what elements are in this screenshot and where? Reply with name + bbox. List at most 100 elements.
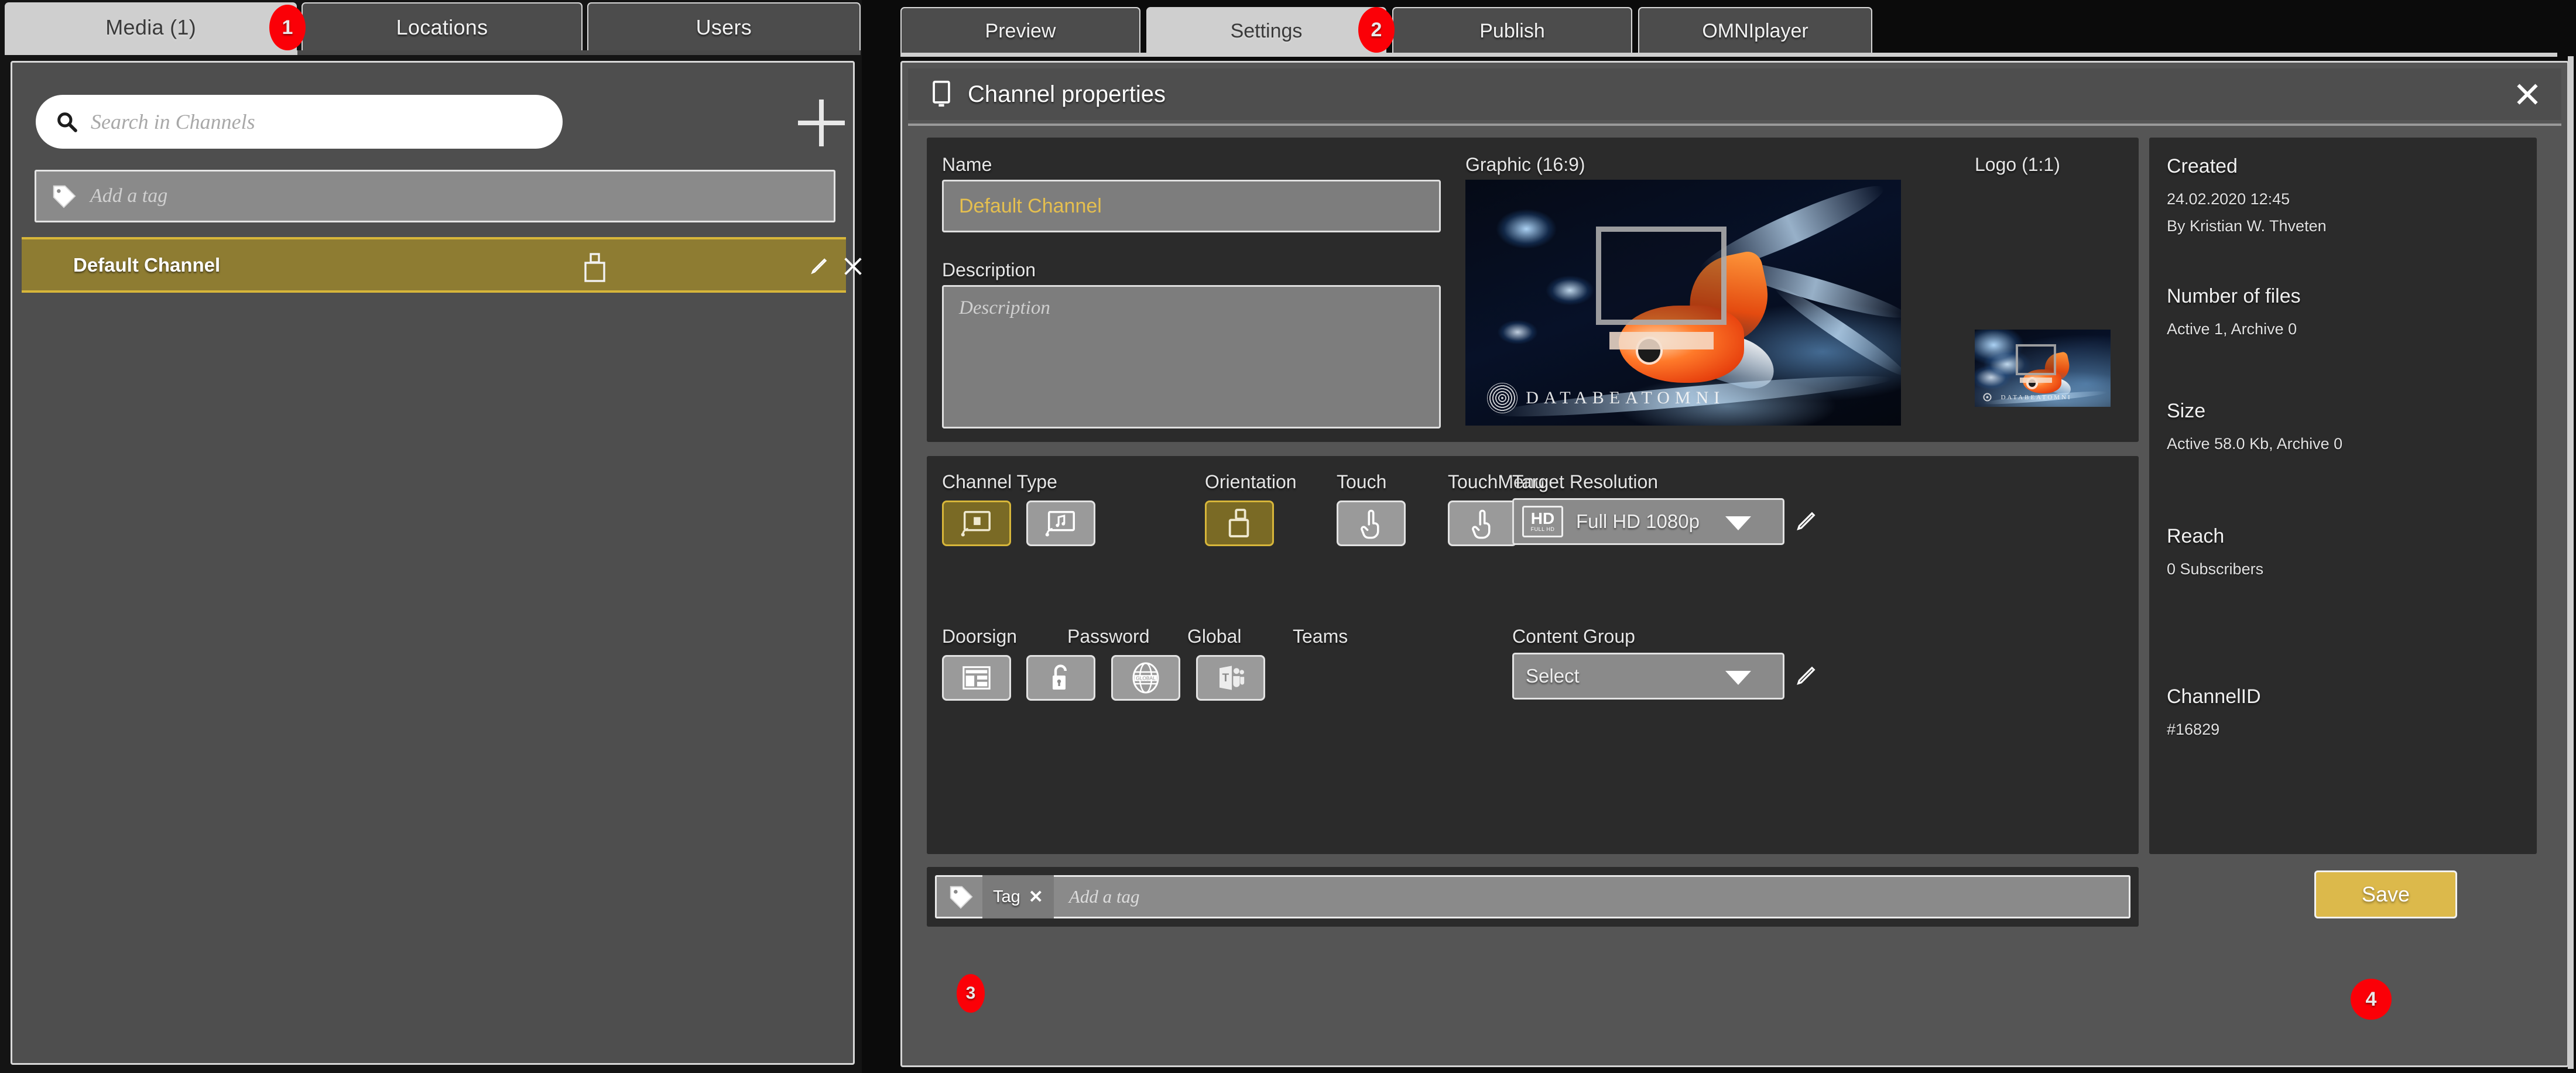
target-resolution-edit-icon[interactable] (1794, 510, 1818, 533)
content-group-select[interactable]: Select (1512, 653, 1784, 700)
password-button[interactable] (1026, 655, 1095, 701)
save-button[interactable]: Save (2314, 870, 2457, 918)
chevron-down-icon[interactable] (1725, 516, 1751, 530)
tab-publish[interactable]: Publish (1392, 7, 1632, 54)
app-root: Media (1) Locations Users Search in Chan… (0, 0, 2576, 1073)
step-badge-1: 1 (269, 5, 306, 50)
teams-icon: T (1220, 666, 1245, 690)
left-panel: Media (1) Locations Users Search in Chan… (0, 0, 862, 1073)
size-value: Active 58.0 Kb, Archive 0 (2167, 435, 2343, 452)
channel-type-audio-button[interactable] (1026, 500, 1095, 546)
tab-omniplayer[interactable]: OMNIplayer (1638, 7, 1872, 54)
search-icon (57, 112, 77, 132)
monitor-placeholder-base (2019, 377, 2053, 383)
pencil-icon[interactable] (809, 257, 829, 277)
databeat-swirl-icon (1981, 392, 1993, 403)
tab-preview[interactable]: Preview (900, 7, 1140, 54)
channel-id-value: #16829 (2167, 721, 2220, 738)
target-resolution-label: Target Resolution (1512, 471, 1659, 492)
tab-publish-label: Publish (1479, 19, 1545, 42)
size-label: Size (2167, 400, 2206, 422)
hd-badge-icon: HD FULL HD (1522, 506, 1563, 537)
list-item[interactable]: Default Channel (22, 237, 862, 293)
created-label: Created (2167, 155, 2238, 177)
globe-icon: GLOBAL (1132, 662, 1159, 694)
touch-hand-icon (1472, 509, 1491, 539)
content-group-label: Content Group (1512, 626, 1635, 647)
dialog-tag-card: Tag ✕ Add a tag (927, 867, 2139, 927)
target-resolution-select[interactable]: HD FULL HD Full HD 1080p (1512, 498, 1784, 545)
tab-users-label: Users (696, 15, 752, 39)
reach-label: Reach (2167, 525, 2225, 547)
add-channel-button[interactable] (797, 98, 846, 148)
tag-filter-input[interactable]: Add a tag (35, 170, 835, 222)
tab-users[interactable]: Users (587, 2, 861, 52)
logo-label: Logo (1:1) (1975, 154, 2060, 175)
unlock-icon (1053, 664, 1067, 690)
close-icon[interactable] (841, 255, 865, 278)
tag-chip-label: Tag (993, 887, 1020, 906)
watermark-text: DATABEATOMNI (2000, 393, 2072, 401)
touch-button[interactable] (1337, 500, 1406, 546)
graphic-thumbnail[interactable]: DATABEATOMNI (1465, 180, 1901, 426)
channel-type-signage-button[interactable] (942, 500, 1011, 546)
tab-media[interactable]: Media (1) (5, 2, 297, 52)
name-value: Default Channel (959, 194, 1102, 217)
close-icon[interactable]: ✕ (1029, 887, 1043, 907)
global-label: Global (1187, 626, 1242, 647)
created-by: By Kristian W. Thveten (2167, 217, 2327, 235)
monitor-placeholder-icon (2015, 344, 2057, 375)
screen-signage-icon (961, 510, 991, 537)
name-label: Name (942, 154, 992, 175)
touch-label: Touch (1337, 471, 1387, 492)
search-input[interactable]: Search in Channels (36, 95, 563, 149)
orientation-button[interactable] (1205, 500, 1274, 546)
step-badge-2: 2 (1358, 7, 1395, 53)
tag-icon (53, 185, 76, 208)
description-label: Description (942, 259, 1036, 280)
dialog-header: Channel properties (908, 68, 2561, 120)
right-tab-underline (900, 53, 2557, 57)
databeat-swirl-icon (1487, 383, 1518, 413)
touch-hand-icon (1361, 509, 1379, 539)
content-group-value: Select (1526, 665, 1580, 687)
reach-value: 0 Subscribers (2167, 560, 2264, 578)
content-group-edit-icon[interactable] (1794, 664, 1818, 688)
doorsign-icon (962, 666, 991, 690)
dialog-tag-input[interactable]: Tag ✕ Add a tag (935, 875, 2130, 918)
search-placeholder: Search in Channels (91, 110, 255, 133)
chevron-down-icon[interactable] (1725, 671, 1751, 685)
created-date: 24.02.2020 12:45 (2167, 190, 2290, 208)
teams-label: Teams (1293, 626, 1348, 647)
window-right-border (2568, 56, 2574, 1069)
step-badge-3-label: 3 (965, 983, 976, 1003)
orientation-label: Orientation (1205, 471, 1297, 492)
watermark: DATABEATOMNI (1981, 392, 2072, 403)
hd-badge-subtext: FULL HD (1530, 526, 1555, 532)
password-label: Password (1067, 626, 1150, 647)
target-resolution-value: Full HD 1080p (1576, 510, 1700, 532)
touchmenu-button[interactable] (1448, 500, 1517, 546)
watermark: DATABEATOMNI (1487, 383, 1725, 413)
number-of-files-label: Number of files (2167, 285, 2301, 307)
tab-settings[interactable]: Settings (1146, 7, 1386, 54)
channels-panel: Search in Channels Add a tag Default Cha… (11, 61, 862, 1065)
tag-filter-placeholder: Add a tag (90, 185, 168, 207)
monitor-icon (933, 80, 950, 107)
identity-card: Name Default Channel Description Descrip… (927, 138, 2139, 442)
global-button[interactable]: GLOBAL (1111, 655, 1180, 701)
tag-chip[interactable]: Tag ✕ (982, 875, 1054, 918)
tab-locations[interactable]: Locations (302, 2, 583, 52)
logo-thumbnail[interactable]: DATABEATOMNI (1975, 330, 2111, 407)
doorsign-button[interactable] (942, 655, 1011, 701)
teams-button[interactable]: T (1196, 655, 1265, 701)
channel-type-label: Channel Type (942, 471, 1057, 492)
close-icon[interactable] (2515, 81, 2540, 107)
name-field[interactable]: Default Channel (942, 180, 1441, 232)
tab-media-label: Media (1) (105, 15, 197, 39)
save-button-label: Save (2361, 882, 2410, 906)
channel-properties-dialog: Channel properties Name Default Channel … (900, 61, 2569, 1067)
description-field[interactable]: Description (942, 285, 1441, 428)
step-badge-3: 3 (957, 974, 985, 1013)
graphic-label: Graphic (16:9) (1465, 154, 1585, 175)
